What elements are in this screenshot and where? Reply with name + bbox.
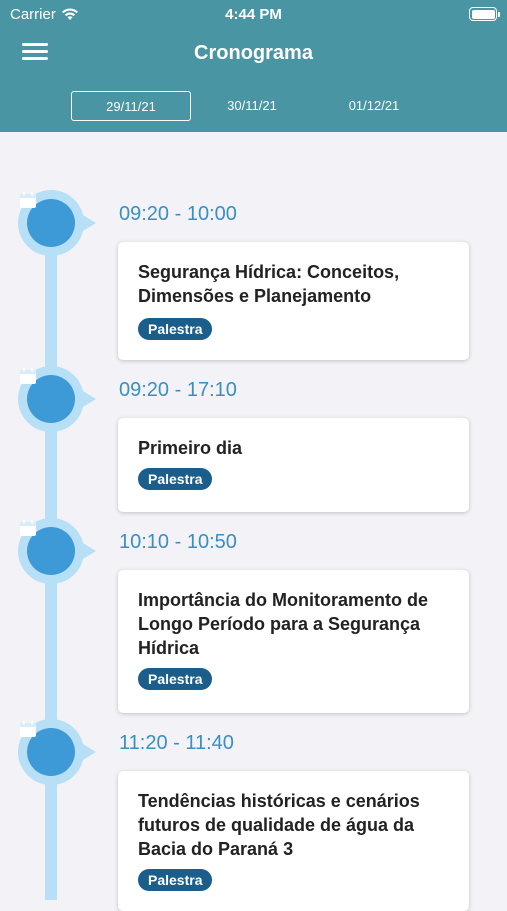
event-card[interactable]: Tendências históricas e cenários futuros… <box>118 771 469 911</box>
event-card[interactable]: Primeiro dia Palestra <box>118 418 469 512</box>
event-title: Segurança Hídrica: Conceitos, Dimensões … <box>138 262 400 306</box>
event-title: Primeiro dia <box>138 438 243 458</box>
event-type-badge: Palestra <box>138 869 213 891</box>
status-bar: Carrier 4:44 PM <box>0 0 507 28</box>
calendar-icon <box>20 720 36 737</box>
event-type-badge: Palestra <box>138 668 213 690</box>
timeline-node <box>18 719 98 785</box>
page-title: Cronograma <box>194 42 313 64</box>
slot-time: 09:20 - 17:10 <box>119 379 237 401</box>
tab-date-1[interactable]: 29/11/21 <box>71 91 191 121</box>
timeline-node <box>18 366 98 432</box>
timeline-node <box>18 518 98 584</box>
calendar-icon <box>20 191 36 208</box>
calendar-icon <box>20 367 36 384</box>
event-title: Importância do Monitoramento de Longo Pe… <box>138 590 429 658</box>
date-tabs: 29/11/21 30/11/21 01/12/21 <box>0 91 507 123</box>
tab-date-3[interactable]: 01/12/21 <box>314 91 434 121</box>
battery-icon <box>469 7 500 21</box>
timeline-node <box>18 190 98 256</box>
event-card[interactable]: Importância do Monitoramento de Longo Pe… <box>118 570 469 713</box>
calendar-icon <box>20 519 36 536</box>
event-title: Tendências históricas e cenários futuros… <box>138 791 420 859</box>
slot-time: 10:10 - 10:50 <box>119 531 237 553</box>
event-type-badge: Palestra <box>138 318 213 340</box>
app-header: Carrier 4:44 PM Cronograma 29/11/21 30/1… <box>0 0 507 132</box>
status-time: 4:44 PM <box>225 6 282 23</box>
event-card[interactable]: Segurança Hídrica: Conceitos, Dimensões … <box>118 242 469 360</box>
slot-time: 09:20 - 10:00 <box>119 203 237 225</box>
slot-time: 11:20 - 11:40 <box>119 732 234 754</box>
event-type-badge: Palestra <box>138 468 213 490</box>
tab-date-2[interactable]: 30/11/21 <box>192 91 312 121</box>
